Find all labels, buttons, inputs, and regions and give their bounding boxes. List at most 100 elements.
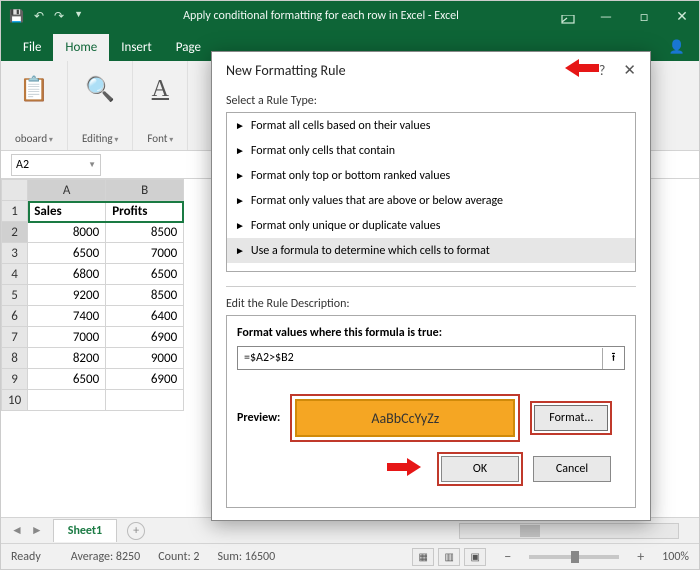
row-header[interactable]: 6 [2, 306, 28, 327]
sheet-tab-active[interactable]: Sheet1 [53, 519, 117, 542]
col-header-a[interactable]: A [28, 180, 106, 201]
rule-description-panel: Format values where this formula is true… [226, 315, 636, 508]
row-header[interactable]: 10 [2, 390, 28, 411]
view-pagelayout-icon[interactable]: ▥ [438, 548, 460, 566]
annotation-arrow-icon [387, 459, 423, 480]
status-ready: Ready [11, 550, 41, 564]
row-header[interactable]: 7 [2, 327, 28, 348]
dialog-titlebar[interactable]: New Formatting Rule ? ✕ [212, 52, 650, 88]
cell[interactable]: 9200 [28, 285, 106, 306]
cell[interactable] [106, 390, 184, 411]
cell[interactable]: Sales [28, 201, 106, 222]
window-titlebar: 💾 ↶ ↷ ▼ Apply conditional formatting for… [1, 1, 699, 31]
cell[interactable]: 6900 [106, 369, 184, 390]
format-button[interactable]: Format... [534, 405, 608, 431]
tab-home[interactable]: Home [53, 34, 109, 61]
zoom-percent[interactable]: 100% [662, 550, 689, 564]
chevron-down-icon[interactable]: ▼ [88, 160, 96, 170]
cell[interactable]: 7000 [106, 243, 184, 264]
formula-input[interactable] [238, 351, 602, 365]
tab-file[interactable]: File [11, 34, 53, 61]
row-header[interactable]: 9 [2, 369, 28, 390]
horizontal-scrollbar[interactable] [459, 523, 679, 539]
cell[interactable]: 6500 [28, 369, 106, 390]
rule-type-item[interactable]: ►Format only top or bottom ranked values [227, 163, 635, 188]
help-icon[interactable]: ? [599, 62, 606, 79]
chevron-down-icon[interactable]: ▼ [74, 9, 83, 24]
save-icon[interactable]: 💾 [9, 9, 24, 24]
view-normal-icon[interactable]: ▦ [412, 548, 434, 566]
ribbon-options-icon[interactable] [559, 12, 577, 29]
redo-icon[interactable]: ↷ [54, 9, 64, 24]
bullet-icon: ► [235, 244, 245, 257]
preview-label: Preview: [237, 411, 280, 425]
cancel-button[interactable]: Cancel [533, 456, 611, 482]
annotation-highlight: OK [437, 452, 523, 486]
range-picker-icon[interactable]: ⭱ [602, 348, 624, 369]
zoom-slider[interactable] [529, 555, 619, 559]
share-icon[interactable]: 👤 [655, 34, 699, 61]
cell[interactable]: 7000 [28, 327, 106, 348]
cell[interactable]: 6500 [106, 264, 184, 285]
zoom-thumb[interactable] [571, 551, 579, 563]
ribbon-group-editing[interactable]: 🔍 Editing [68, 61, 133, 150]
sheet-nav-prev[interactable]: ◄ [11, 523, 23, 538]
select-rule-type-label: Select a Rule Type: [226, 94, 636, 108]
col-header-b[interactable]: B [106, 180, 184, 201]
dialog-title: New Formatting Rule [226, 62, 555, 79]
rule-type-listbox[interactable]: ►Format all cells based on their values … [226, 112, 636, 272]
rule-type-item[interactable]: ►Format all cells based on their values [227, 113, 635, 138]
sheet-nav-next[interactable]: ► [31, 523, 43, 538]
cell[interactable]: Profits [106, 201, 184, 222]
zoom-out-button[interactable]: − [504, 548, 511, 565]
ribbon-group-clipboard[interactable]: 📋 oboard [1, 61, 68, 150]
tab-page-layout[interactable]: Page [164, 34, 213, 61]
new-sheet-button[interactable]: + [127, 522, 145, 540]
cell[interactable]: 7400 [28, 306, 106, 327]
cell[interactable]: 6800 [28, 264, 106, 285]
tab-insert[interactable]: Insert [109, 34, 164, 61]
status-count: Count: 2 [158, 550, 199, 564]
row-header[interactable]: 2 [2, 222, 28, 243]
font-icon: A [152, 69, 169, 109]
annotation-arrow-icon [563, 60, 599, 80]
minimize-icon[interactable]: — [597, 8, 615, 25]
find-icon: 🔍 [85, 69, 115, 109]
status-sum: Sum: 16500 [217, 550, 275, 564]
maximize-icon[interactable]: □ [635, 8, 653, 25]
rule-type-item[interactable]: ►Format only unique or duplicate values [227, 213, 635, 238]
scrollbar-thumb[interactable] [520, 525, 540, 537]
close-icon[interactable]: ✕ [623, 61, 636, 80]
format-preview: AaBbCcYyZz [295, 399, 515, 437]
cell[interactable]: 6400 [106, 306, 184, 327]
row-header[interactable]: 3 [2, 243, 28, 264]
select-all-corner[interactable] [2, 180, 28, 201]
cell[interactable] [28, 390, 106, 411]
clipboard-icon: 📋 [19, 69, 49, 109]
ribbon-label-clipboard: oboard [15, 132, 53, 147]
rule-type-item[interactable]: ►Format only cells that contain [227, 138, 635, 163]
view-pagebreak-icon[interactable]: ▣ [464, 548, 486, 566]
row-header[interactable]: 5 [2, 285, 28, 306]
zoom-in-button[interactable]: + [637, 548, 644, 565]
close-icon[interactable]: ✕ [673, 8, 691, 25]
row-header[interactable]: 8 [2, 348, 28, 369]
annotation-highlight: Format... [530, 401, 612, 435]
ok-button[interactable]: OK [441, 456, 519, 482]
rule-type-item[interactable]: ►Format only values that are above or be… [227, 188, 635, 213]
cell[interactable]: 8500 [106, 222, 184, 243]
cell[interactable]: 8200 [28, 348, 106, 369]
qat: 💾 ↶ ↷ ▼ [9, 9, 83, 24]
status-average: Average: 8250 [71, 550, 140, 564]
rule-type-item[interactable]: ►Use a formula to determine which cells … [227, 238, 635, 263]
cell[interactable]: 8000 [28, 222, 106, 243]
name-box[interactable]: A2 ▼ [11, 154, 101, 176]
cell[interactable]: 9000 [106, 348, 184, 369]
cell[interactable]: 6900 [106, 327, 184, 348]
row-header[interactable]: 4 [2, 264, 28, 285]
row-header[interactable]: 1 [2, 201, 28, 222]
cell[interactable]: 6500 [28, 243, 106, 264]
undo-icon[interactable]: ↶ [34, 9, 44, 24]
cell[interactable]: 8500 [106, 285, 184, 306]
ribbon-group-font[interactable]: A Font [133, 61, 188, 150]
